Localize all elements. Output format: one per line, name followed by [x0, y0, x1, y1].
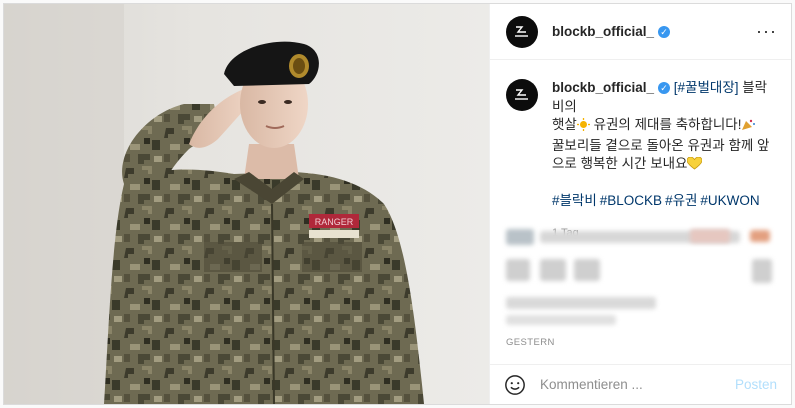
- verified-badge-icon: ✓: [658, 82, 671, 94]
- yellow-heart-emoji-icon: [687, 156, 703, 176]
- soldier-saluting-image: RANGER: [4, 4, 424, 404]
- caption-text-3: 꿀보리들 곁으로 돌아온 유권과 함께 앞: [552, 137, 770, 153]
- blockb-logo-icon: [515, 25, 528, 37]
- blurred-comments: [490, 219, 791, 331]
- caption-text-2b: 유권의 제대를 축하합니다!: [589, 117, 742, 132]
- svg-text:RANGER: RANGER: [315, 217, 354, 227]
- comment-bar: Posten: [490, 364, 791, 404]
- sun-emoji-icon: [576, 118, 590, 137]
- hashtag-list: #블락비 #BLOCKB #유권 #UKWON: [552, 192, 777, 211]
- emoji-smile-icon[interactable]: [504, 374, 526, 396]
- more-options-icon[interactable]: ···: [756, 21, 777, 42]
- hashtag-link[interactable]: #UKWON: [700, 193, 759, 208]
- comments-timestamp: GESTERN: [506, 337, 555, 348]
- hashtag-link[interactable]: #유권: [665, 193, 697, 208]
- instagram-post: RANGER blockb_official_ ✓ ··· blockb_off…: [3, 3, 792, 405]
- caption-username[interactable]: blockb_official_: [552, 80, 654, 95]
- profile-avatar[interactable]: [506, 15, 538, 48]
- post-header: blockb_official_ ✓ ···: [490, 4, 791, 60]
- blockb-logo-icon: [515, 89, 528, 100]
- caption-tag-link[interactable]: [#꿀벌대장]: [674, 80, 739, 95]
- post-comment-button[interactable]: Posten: [735, 377, 777, 392]
- post-caption: blockb_official_ ✓ [#꿀벌대장] 블락비의 햇살 유권의 제대…: [490, 60, 791, 243]
- caption-avatar[interactable]: [506, 79, 538, 111]
- party-popper-emoji-icon: [741, 118, 756, 137]
- hashtag-link[interactable]: #블락비: [552, 193, 597, 208]
- post-side-panel: blockb_official_ ✓ ··· blockb_official_ ✓…: [489, 4, 791, 404]
- caption-text-2: 햇살: [552, 117, 577, 132]
- hashtag-link[interactable]: #BLOCKB: [600, 193, 662, 208]
- post-photo[interactable]: RANGER: [4, 4, 489, 404]
- comment-input[interactable]: [540, 377, 735, 392]
- caption-body: blockb_official_ ✓ [#꿀벌대장] 블락비의 햇살 유권의 제대…: [552, 79, 777, 243]
- caption-text-4: 으로 행복한 시간 보내요: [552, 156, 688, 171]
- header-username[interactable]: blockb_official_: [552, 24, 654, 39]
- verified-badge-icon: ✓: [658, 25, 671, 38]
